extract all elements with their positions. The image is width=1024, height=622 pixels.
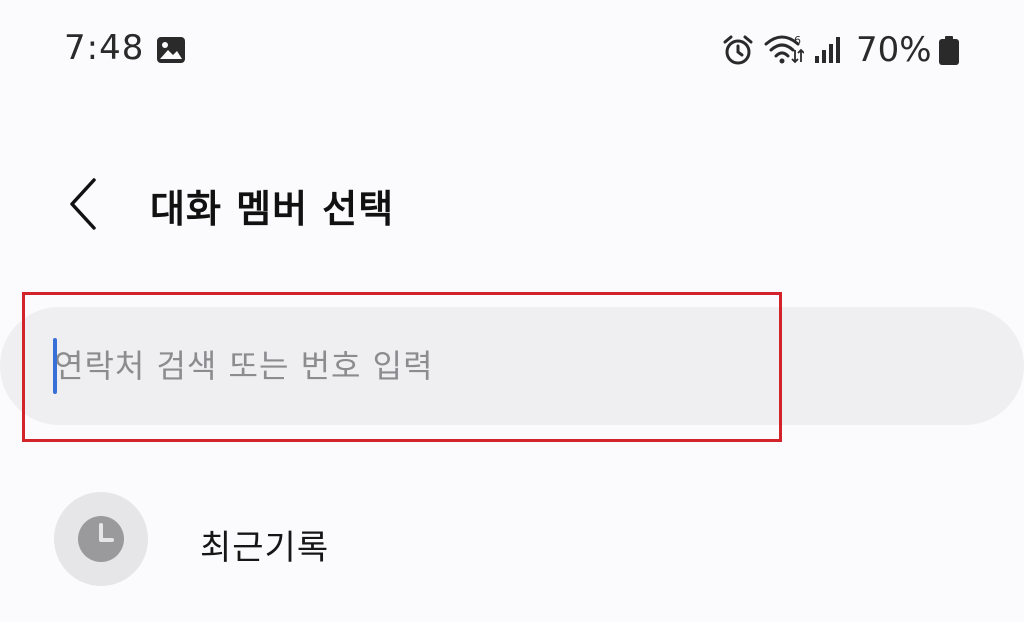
chevron-left-icon	[70, 178, 96, 230]
svg-text:6: 6	[794, 34, 801, 47]
gallery-icon	[157, 37, 185, 63]
text-caret	[53, 338, 57, 394]
battery-icon	[939, 36, 959, 65]
battery-percent: 70%	[856, 30, 932, 70]
clock-icon	[78, 516, 124, 562]
status-icons: 6 70%	[720, 30, 970, 70]
recent-history-label: 최근기록	[200, 528, 330, 568]
search-input[interactable]	[54, 335, 754, 397]
recent-history-item[interactable]: 최근기록	[0, 480, 1024, 600]
wifi-icon: 6	[764, 34, 804, 64]
status-time: 7:48	[64, 28, 145, 68]
back-button[interactable]	[56, 174, 116, 234]
status-bar: 7:48 6 70%	[0, 0, 1024, 100]
signal-icon	[815, 37, 840, 63]
alarm-icon	[723, 35, 753, 65]
page-title: 대화 멤버 선택	[150, 187, 395, 231]
